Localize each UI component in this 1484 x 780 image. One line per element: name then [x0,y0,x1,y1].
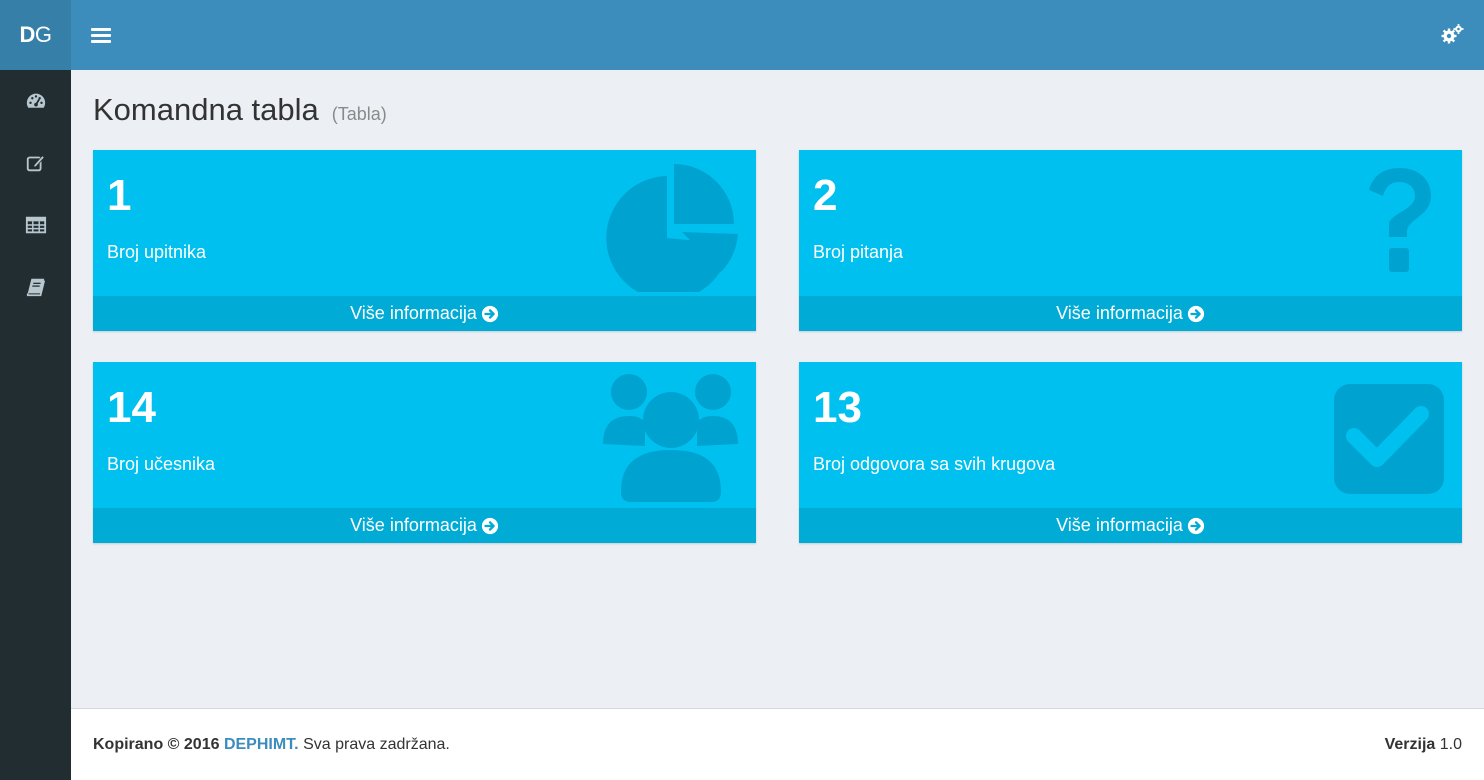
stat-box-participants: 14 Broj učesnika Više informacija [93,362,756,543]
more-info-label: Više informacija [350,515,477,535]
stat-label: Broj učesnika [107,454,216,474]
copyright: Kopirano © 2016 DEPHIMT. Sva prava zadrž… [93,736,450,754]
arrow-circle-right-icon [1187,305,1204,322]
stat-label: Broj odgovora sa svih krugova [813,454,1056,474]
more-info-label: Više informacija [1056,303,1183,323]
version-label: Verzija [1384,735,1436,753]
stat-box-questions: 2 Broj pitanja Više informacija [799,150,1462,331]
stat-number: 14 [107,383,156,432]
page-subtitle: (Tabla) [331,104,387,124]
more-info-label: Više informacija [350,303,477,323]
stat-box-questionnaires: 1 Broj upitnika Više informacija [93,150,756,331]
rights-text: Sva prava zadržana. [303,735,450,753]
logo-rest: G [34,22,52,47]
sidebar-item-edit[interactable] [0,132,71,194]
stat-number: 1 [107,171,132,220]
arrow-circle-right-icon [481,305,498,322]
gears-icon[interactable] [1440,23,1464,47]
more-info-link[interactable]: Više informacija [93,296,756,331]
question-icon [1369,168,1431,272]
version: Verzija 1.0 [1385,736,1462,754]
app: DG Komandna tabla (Tabla) 1 Broj upitnik… [0,0,1484,780]
page-footer: Kopirano © 2016 DEPHIMT. Sva prava zadrž… [71,708,1484,780]
logo[interactable]: DG [0,0,71,70]
stat-number: 2 [813,171,838,220]
sidebar-item-table[interactable] [0,194,71,256]
pie-chart-icon [606,164,738,292]
stat-label: Broj pitanja [813,242,904,262]
main-content: Komandna tabla (Tabla) 1 Broj upitnika V… [71,70,1484,708]
page-header: Komandna tabla (Tabla) [93,92,1462,150]
more-info-label: Više informacija [1056,515,1183,535]
dashboard-icon [26,93,45,108]
table-icon [25,216,46,234]
sidebar: DG [0,0,71,780]
checkbox-icon [1334,384,1444,494]
edit-icon [26,155,45,172]
copyright-text: Kopirano © 2016 [93,735,220,753]
arrow-circle-right-icon [481,517,498,534]
page-title: Komandna tabla [93,92,319,127]
more-info-link[interactable]: Više informacija [799,296,1462,331]
version-value: 1.0 [1439,735,1462,753]
stat-number: 13 [813,383,862,432]
stat-box-answers: 13 Broj odgovora sa svih krugova Više in… [799,362,1462,543]
stat-label: Broj upitnika [107,242,207,262]
arrow-circle-right-icon [1187,517,1204,534]
hamburger-icon[interactable] [91,25,111,45]
sidebar-item-dashboard[interactable] [0,70,71,132]
book-icon [26,278,45,297]
top-navbar [71,0,1484,70]
users-icon [603,374,738,502]
more-info-link[interactable]: Više informacija [799,508,1462,543]
brand-link[interactable]: DEPHIMT. [224,736,299,753]
more-info-link[interactable]: Više informacija [93,508,756,543]
logo-bold: D [19,22,35,47]
sidebar-item-book[interactable] [0,256,71,318]
